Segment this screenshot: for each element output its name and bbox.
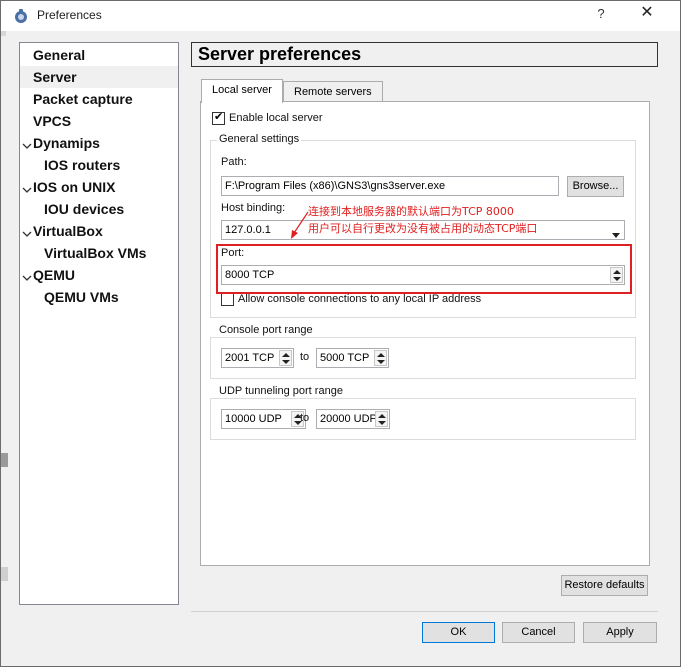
sidebar-item-ios-routers[interactable]: IOS routers [20, 154, 178, 176]
sidebar-item-vpcs[interactable]: VPCS [20, 110, 178, 132]
chevron-down-icon[interactable] [21, 180, 33, 193]
udp-start-spinbox[interactable]: 10000 UDP [221, 409, 306, 429]
annotation-line-2: 用户可以自行更改为没有被占用的动态TCP端口 [308, 222, 538, 235]
annotation-arrow-icon [288, 211, 310, 244]
sidebar-item-label: Packet capture [33, 91, 133, 107]
help-button[interactable]: ? [590, 4, 612, 26]
sidebar-item-qemu[interactable]: QEMU [20, 264, 178, 286]
console-port-range-title: Console port range [217, 324, 315, 336]
sidebar-item-server[interactable]: Server [20, 66, 178, 88]
host-binding-label: Host binding: [221, 202, 286, 214]
sidebar-item-label: Dynamips [33, 135, 100, 151]
general-settings-title: General settings [217, 133, 302, 145]
sidebar-item-label: VirtualBox [33, 223, 103, 239]
port-highlight-box [216, 244, 632, 294]
browse-button[interactable]: Browse... [567, 176, 624, 197]
sidebar-item-label: IOS on UNIX [33, 179, 116, 195]
tab-local-server[interactable]: Local server [201, 79, 283, 103]
footer-separator [191, 611, 658, 612]
path-input[interactable]: F:\Program Files (x86)\GNS3\gns3server.e… [221, 176, 559, 196]
enable-local-server-checkbox[interactable]: ✔ [212, 111, 225, 125]
udp-to-label: to [300, 412, 310, 424]
annotation-line-1: 连接到本地服务器的默认端口为TCP 8000 [308, 205, 514, 218]
sidebar-item-label: IOU devices [44, 201, 125, 217]
sidebar-item-label: VirtualBox VMs [44, 245, 147, 261]
chevron-down-icon[interactable] [21, 224, 33, 237]
path-label: Path: [221, 156, 247, 168]
window-title: Preferences [37, 8, 102, 22]
chevron-down-icon[interactable] [21, 136, 33, 149]
page-header: Server preferences [191, 42, 658, 67]
restore-defaults-button[interactable]: Restore defaults [561, 575, 648, 596]
background-window-mark [0, 567, 8, 581]
console-port-end-value: 5000 TCP [320, 352, 370, 364]
sidebar-item-label: IOS routers [44, 157, 121, 173]
gns3-app-icon [13, 8, 29, 24]
allow-console-label: Allow console connections to any local I… [238, 293, 482, 305]
udp-end-spinbox[interactable]: 20000 UDP [316, 409, 390, 429]
cancel-button[interactable]: Cancel [502, 622, 575, 643]
sidebar-item-general[interactable]: General [20, 44, 178, 66]
checkmark-icon: ✔ [214, 111, 224, 123]
sidebar-item-label: General [33, 47, 86, 63]
background-window-scrollbar [0, 453, 8, 467]
sidebar-item-packet-capture[interactable]: Packet capture [20, 88, 178, 110]
preferences-tree[interactable]: General Server Packet capture VPCS Dynamips I… [19, 42, 179, 605]
console-port-end-spinbox[interactable]: 5000 TCP [316, 348, 389, 368]
console-to-label: to [300, 351, 310, 363]
chevron-down-icon[interactable] [21, 268, 33, 281]
spin-arrows-icon[interactable] [279, 350, 292, 366]
udp-tunneling-title: UDP tunneling port range [217, 385, 345, 397]
sidebar-item-virtualbox[interactable]: VirtualBox [20, 220, 178, 242]
spin-arrows-icon[interactable] [375, 411, 388, 427]
sidebar-item-virtualbox-vms[interactable]: VirtualBox VMs [20, 242, 178, 264]
host-binding-value: 127.0.0.1 [225, 224, 271, 236]
udp-end-value: 20000 UDP [320, 413, 377, 425]
close-button[interactable]: ✕ [636, 3, 658, 25]
sidebar-item-dynamips[interactable]: Dynamips [20, 132, 178, 154]
sidebar-item-label: VPCS [33, 113, 72, 129]
apply-button[interactable]: Apply [583, 622, 657, 643]
sidebar-item-label: QEMU VMs [44, 289, 119, 305]
page-title: Server preferences [198, 44, 362, 64]
title-bar [1, 1, 680, 31]
udp-start-value: 10000 UDP [225, 413, 282, 425]
sidebar-item-label: QEMU [33, 267, 75, 283]
spin-arrows-icon[interactable] [374, 350, 387, 366]
chevron-down-icon[interactable] [612, 227, 620, 239]
console-port-start-value: 2001 TCP [225, 352, 275, 364]
tab-remote-servers[interactable]: Remote servers [283, 81, 383, 103]
console-port-start-spinbox[interactable]: 2001 TCP [221, 348, 294, 368]
ok-button[interactable]: OK [422, 622, 495, 643]
sidebar-item-ios-on-unix[interactable]: IOS on UNIX [20, 176, 178, 198]
enable-local-server-label: Enable local server [229, 112, 323, 124]
sidebar-item-label: Server [33, 69, 77, 85]
sidebar-item-qemu-vms[interactable]: QEMU VMs [20, 286, 178, 308]
sidebar-item-iou-devices[interactable]: IOU devices [20, 198, 178, 220]
allow-console-checkbox[interactable] [221, 293, 234, 306]
